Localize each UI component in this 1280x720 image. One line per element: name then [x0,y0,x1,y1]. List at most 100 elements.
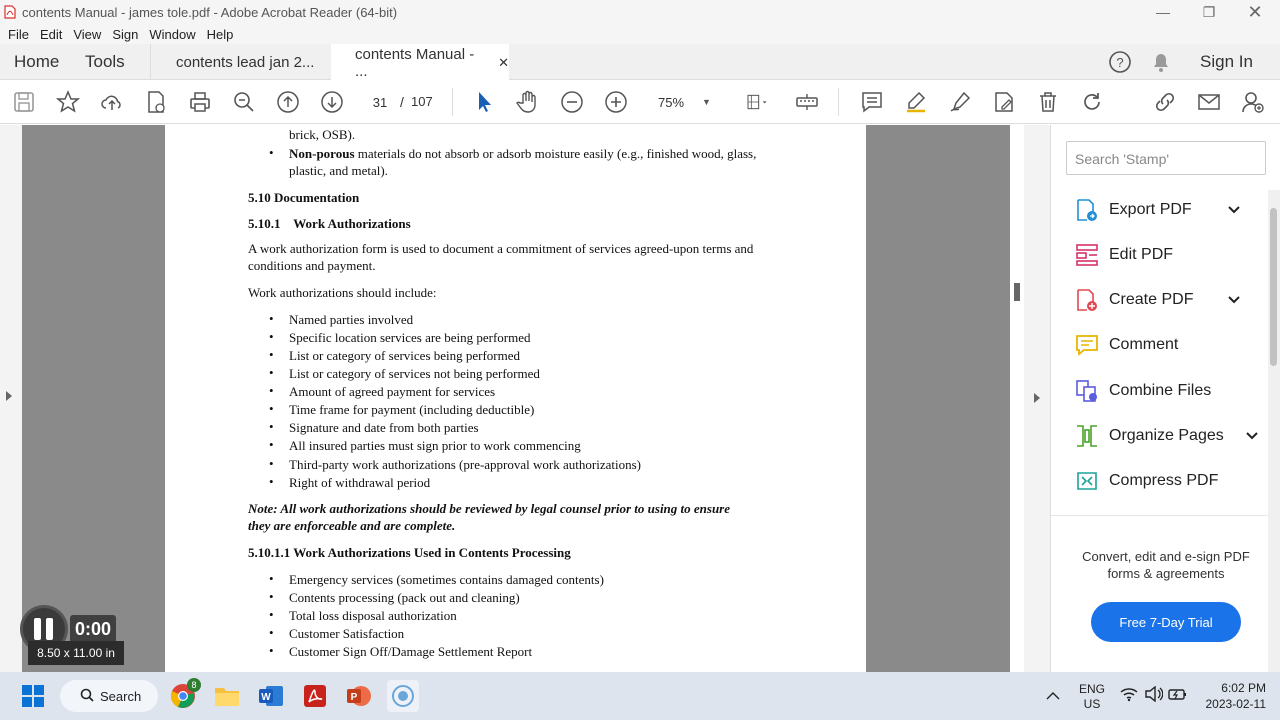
left-panel-collapsed[interactable] [0,125,22,672]
close-tab-icon[interactable]: ✕ [498,55,509,71]
comment-tool-icon[interactable] [859,89,885,115]
tools-pane-scroll-thumb[interactable] [1270,208,1277,366]
tool-create-pdf[interactable]: Create PDF [1075,285,1240,315]
print-icon[interactable] [187,89,213,115]
screen-recorder-icon[interactable] [387,680,419,712]
tool-export-pdf[interactable]: Export PDF [1075,195,1240,225]
taskbar-search-box[interactable]: Search [60,680,158,712]
highlight-pen-icon[interactable] [903,89,929,115]
minimize-button[interactable]: — [1140,0,1186,24]
tab-document-1[interactable]: contents lead jan 2... [150,44,330,80]
file-explorer-icon[interactable] [211,680,243,712]
select-cursor-icon[interactable] [471,89,497,115]
find-search-icon[interactable] [231,89,257,115]
zoom-level-value: 75% [658,94,685,110]
tab-tools[interactable]: Tools [85,44,125,80]
windows-start-icon[interactable] [17,680,49,712]
region-code: US [1083,697,1101,711]
keyboard-scroll-icon[interactable] [794,89,820,115]
draw-sign-icon[interactable] [947,89,973,115]
zoom-level-select[interactable]: 75% ▼ [648,90,720,114]
collapse-right-panel-icon[interactable] [1034,393,1040,403]
help-icon[interactable]: ? [1108,50,1132,74]
list-item: Contents processing (pack out and cleani… [289,590,520,605]
pause-icon-bar [46,618,53,640]
main-toolbar: 31 / 107 75% ▼ [0,80,1280,124]
list-item: Amount of agreed payment for services [289,384,496,399]
stamp-search-input[interactable]: Search 'Stamp' [1066,141,1266,175]
document-scroll-thumb[interactable] [1014,283,1020,301]
tools-pane-scrollbar[interactable] [1268,190,1280,672]
tab-home[interactable]: Home [14,44,59,80]
export-pdf-icon [1075,198,1099,222]
upload-cloud-icon[interactable] [99,89,125,115]
previous-page-icon[interactable] [275,89,301,115]
chevron-down-icon[interactable] [1227,293,1241,307]
menu-help[interactable]: Help [207,27,234,42]
rotate-icon[interactable] [1079,89,1105,115]
taskbar-search-label: Search [100,688,142,704]
tool-edit-pdf[interactable]: Edit PDF [1075,240,1173,270]
delete-trash-icon[interactable] [1035,89,1061,115]
right-panel-toggle-strip[interactable] [1024,125,1050,672]
sign-in-button[interactable]: Sign In [1200,44,1253,80]
battery-icon[interactable] [1168,686,1188,707]
menu-file[interactable]: File [8,27,29,42]
page-number-input[interactable]: 31 [363,90,397,114]
bookmark-star-icon[interactable] [55,89,81,115]
zoom-out-icon[interactable] [559,89,585,115]
wifi-icon[interactable] [1120,686,1138,707]
menu-sign[interactable]: Sign [112,27,138,42]
free-trial-button[interactable]: Free 7-Day Trial [1091,602,1241,642]
page-separator: / [400,94,404,110]
chevron-down-icon[interactable] [1245,429,1259,443]
share-user-icon[interactable] [1240,89,1266,115]
bullet-dot: • [269,419,274,434]
bullet-dot: • [269,401,274,416]
edit-pdf-icon[interactable] [991,89,1017,115]
chevron-down-icon[interactable] [1227,203,1241,217]
tool-label: Organize Pages [1109,427,1224,444]
menu-edit[interactable]: Edit [40,27,62,42]
menu-window[interactable]: Window [149,27,195,42]
zoom-in-icon[interactable] [603,89,629,115]
bullet-dot: • [269,474,274,489]
compress-pdf-icon [1075,469,1099,493]
chrome-app-icon[interactable]: 8 [167,678,201,712]
chrome-badge: 8 [187,678,201,692]
expand-left-panel-icon[interactable] [6,391,12,401]
tool-compress-pdf[interactable]: Compress PDF [1075,466,1218,496]
hand-pan-icon[interactable] [515,89,541,115]
window-title: contents Manual - james tole.pdf - Adobe… [22,4,398,20]
language-code: ENG [1078,682,1105,696]
create-pdf-file-icon[interactable] [143,89,169,115]
menu-view[interactable]: View [73,27,101,42]
clock[interactable]: 6:02 PM 2023-02-11 [1196,680,1267,712]
page-total: 107 [411,94,433,109]
email-icon[interactable] [1196,89,1222,115]
volume-icon[interactable] [1145,685,1164,707]
link-icon[interactable] [1152,89,1178,115]
document-scrollbar[interactable] [1010,125,1024,672]
page-display-icon[interactable] [740,89,776,115]
next-page-icon[interactable] [319,89,345,115]
tool-comment[interactable]: Comment [1075,330,1178,360]
notifications-bell-icon[interactable] [1150,50,1172,74]
tool-combine-files[interactable]: Combine Files [1075,376,1211,406]
list-item: Specific location services are being per… [289,330,531,345]
close-button[interactable]: ✕ [1232,0,1278,24]
restore-button[interactable]: ❐ [1186,0,1232,24]
show-hidden-icons-chevron-icon[interactable] [1046,688,1060,706]
list-item: Emergency services (sometimes contains d… [289,572,604,587]
clock-date: 2023-02-11 [1205,697,1267,711]
powerpoint-app-icon[interactable]: P [343,680,375,712]
tool-organize-pages[interactable]: Organize Pages [1075,421,1258,451]
edit-pdf-icon [1075,243,1099,267]
bullet-dot: • [269,347,274,362]
save-icon[interactable] [11,89,37,115]
word-app-icon[interactable]: W [255,680,287,712]
tab-document-2[interactable]: contents Manual - ... ✕ [331,44,509,81]
acrobat-taskbar-icon[interactable] [299,680,331,712]
bullet-dot: • [269,329,274,344]
language-indicator[interactable]: ENG US [1078,682,1106,712]
